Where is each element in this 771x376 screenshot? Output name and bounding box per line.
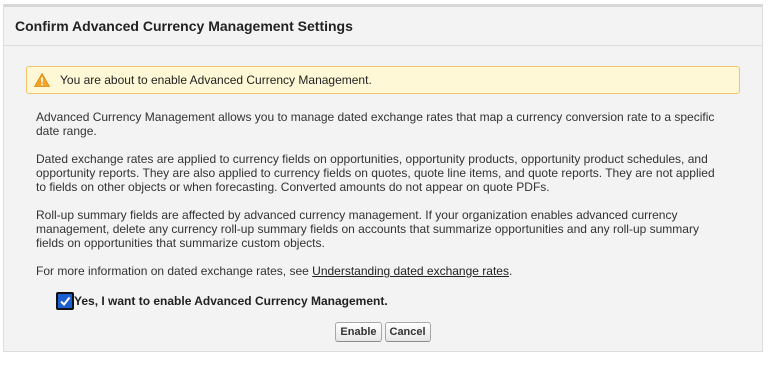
description: Advanced Currency Management allows you … — [26, 110, 740, 278]
warning-text: You are about to enable Advanced Currenc… — [60, 73, 372, 87]
paragraph-overview: Advanced Currency Management allows you … — [36, 110, 715, 138]
enable-checkbox-label[interactable]: Yes, I want to enable Advanced Currency … — [74, 294, 388, 308]
dialog-header: Confirm Advanced Currency Management Set… — [4, 7, 762, 46]
paragraph-more-info: For more information on dated exchange r… — [36, 264, 726, 278]
paragraph-rollup: Roll-up summary fields are affected by a… — [36, 208, 699, 250]
cancel-button[interactable]: Cancel — [384, 322, 431, 342]
dialog-body: You are about to enable Advanced Currenc… — [4, 46, 762, 342]
more-info-prefix: For more information on dated exchange r… — [36, 264, 313, 278]
confirm-dialog: Confirm Advanced Currency Management Set… — [3, 4, 763, 352]
button-row: Enable Cancel — [26, 322, 740, 342]
warning-banner: You are about to enable Advanced Currenc… — [26, 66, 740, 94]
dialog-title: Confirm Advanced Currency Management Set… — [15, 18, 353, 34]
confirm-row: Yes, I want to enable Advanced Currency … — [56, 292, 740, 310]
warning-icon — [34, 73, 50, 87]
enable-checkbox[interactable] — [56, 292, 74, 310]
more-info-suffix: . — [508, 264, 513, 278]
understanding-rates-link[interactable]: Understanding dated exchange rates — [312, 264, 509, 278]
paragraph-applied-fields: Dated exchange rates are applied to curr… — [36, 152, 715, 194]
checkmark-icon — [60, 296, 71, 307]
enable-button[interactable]: Enable — [335, 322, 382, 342]
